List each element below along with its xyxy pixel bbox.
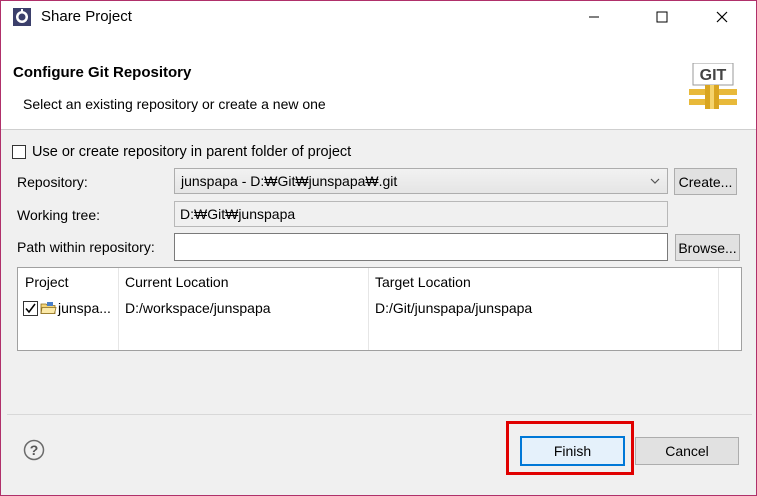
project-name: junspa... (58, 300, 111, 316)
git-icon-label: GIT (700, 67, 727, 84)
create-button[interactable]: Create... (674, 168, 737, 195)
repository-combo[interactable]: junspapa - D:₩Git₩junspapa₩.git (174, 168, 668, 194)
column-divider (718, 268, 719, 350)
path-within-repository-input[interactable] (174, 233, 668, 261)
column-header-target-location[interactable]: Target Location (368, 268, 718, 294)
checked-checkbox-icon[interactable] (23, 300, 38, 316)
browse-button[interactable]: Browse... (675, 234, 740, 261)
eclipse-app-icon (13, 8, 31, 26)
target-location-cell: D:/Git/junspapa/junspapa (375, 300, 533, 316)
working-tree-value: D:₩Git₩junspapa (180, 206, 296, 222)
close-button[interactable] (699, 1, 745, 33)
share-project-dialog: Share Project Configure Git Repository S… (0, 0, 757, 496)
repository-value: junspapa - D:₩Git₩junspapa₩.git (181, 173, 398, 189)
maximize-icon (656, 11, 668, 23)
repository-label: Repository: (17, 174, 88, 190)
title-bar: Share Project (1, 1, 756, 33)
project-cell: junspa... (23, 296, 118, 320)
use-parent-folder-option[interactable]: Use or create repository in parent folde… (12, 144, 351, 160)
project-folder-icon (40, 302, 57, 314)
close-icon (716, 11, 728, 23)
path-within-repository-label: Path within repository: (17, 239, 155, 255)
minimize-button[interactable] (571, 1, 617, 33)
column-header-current-location[interactable]: Current Location (118, 268, 368, 294)
working-tree-label: Working tree: (17, 207, 100, 223)
chevron-down-icon (650, 178, 660, 184)
maximize-button[interactable] (639, 1, 685, 33)
use-parent-folder-checkbox[interactable] (12, 145, 26, 159)
project-table[interactable]: Project Current Location Target Location… (17, 267, 742, 351)
current-location-cell: D:/workspace/junspapa (125, 300, 271, 316)
git-icon: GIT (689, 63, 737, 109)
page-description: Select an existing repository or create … (23, 96, 326, 112)
working-tree-field: D:₩Git₩junspapa (174, 201, 668, 227)
window-title: Share Project (41, 8, 132, 25)
page-title: Configure Git Repository (13, 64, 192, 81)
footer-separator (7, 414, 752, 415)
use-parent-folder-label: Use or create repository in parent folde… (32, 144, 352, 160)
column-divider (118, 268, 119, 350)
column-header-project[interactable]: Project (18, 268, 119, 294)
minimize-icon (589, 16, 599, 18)
wizard-header: Configure Git Repository Select an exist… (1, 33, 756, 130)
svg-text:?: ? (30, 442, 39, 458)
column-divider (368, 268, 369, 350)
help-icon[interactable]: ? (23, 439, 45, 461)
cancel-button[interactable]: Cancel (635, 437, 739, 465)
finish-button[interactable]: Finish (520, 436, 625, 466)
